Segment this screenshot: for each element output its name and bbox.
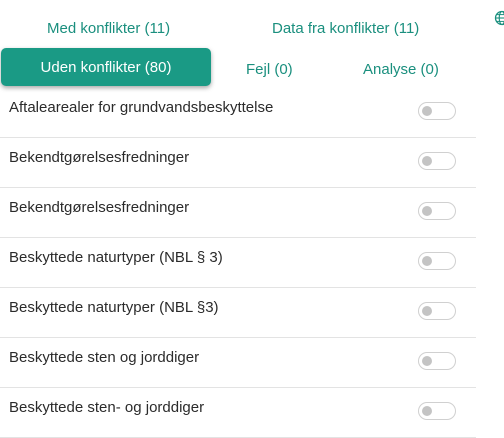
- list-item-label: Bekendtgørelsesfredninger: [9, 149, 190, 166]
- layer-toggle[interactable]: [418, 152, 456, 170]
- layer-toggle[interactable]: [418, 402, 456, 420]
- layer-panel: Med konflikter (11) Data fra konflikter …: [0, 0, 504, 438]
- toggle-knob: [422, 256, 432, 266]
- list-item[interactable]: Beskyttede naturtyper (NBL § 3): [0, 238, 476, 288]
- globe-icon[interactable]: [494, 10, 504, 26]
- list-item-label: Beskyttede naturtyper (NBL § 3): [9, 249, 223, 266]
- layer-toggle[interactable]: [418, 102, 456, 120]
- layer-list: Aftalearealer for grundvandsbeskyttelse …: [0, 88, 476, 438]
- toggle-knob: [422, 206, 432, 216]
- toggle-knob: [422, 156, 432, 166]
- list-item[interactable]: Beskyttede sten- og jorddiger: [0, 388, 476, 438]
- layer-toggle[interactable]: [418, 202, 456, 220]
- list-item[interactable]: Aftalearealer for grundvandsbeskyttelse: [0, 88, 476, 138]
- tab-med-konflikter[interactable]: Med konflikter (11): [47, 19, 170, 39]
- list-item[interactable]: Bekendtgørelsesfredninger: [0, 188, 476, 238]
- tab-uden-konflikter[interactable]: Uden konflikter (80): [1, 48, 211, 86]
- list-item-label: Beskyttede naturtyper (NBL §3): [9, 299, 219, 316]
- list-item-label: Beskyttede sten og jorddiger: [9, 349, 200, 366]
- layer-toggle[interactable]: [418, 352, 456, 370]
- list-item[interactable]: Bekendtgørelsesfredninger: [0, 138, 476, 188]
- layer-toggle[interactable]: [418, 302, 456, 320]
- toggle-knob: [422, 406, 432, 416]
- list-item-label: Bekendtgørelsesfredninger: [9, 199, 190, 216]
- tab-data-fra-konflikter[interactable]: Data fra konflikter (11): [272, 19, 419, 39]
- list-item-label: Beskyttede sten- og jorddiger: [9, 399, 205, 416]
- list-item[interactable]: Beskyttede sten og jorddiger: [0, 338, 476, 388]
- layer-toggle[interactable]: [418, 252, 456, 270]
- toggle-knob: [422, 306, 432, 316]
- toggle-knob: [422, 106, 432, 116]
- toggle-knob: [422, 356, 432, 366]
- list-item-label: Aftalearealer for grundvandsbeskyttelse: [9, 99, 274, 116]
- tab-analyse[interactable]: Analyse (0): [363, 60, 439, 80]
- tab-fejl[interactable]: Fejl (0): [246, 60, 293, 80]
- list-item[interactable]: Beskyttede naturtyper (NBL §3): [0, 288, 476, 338]
